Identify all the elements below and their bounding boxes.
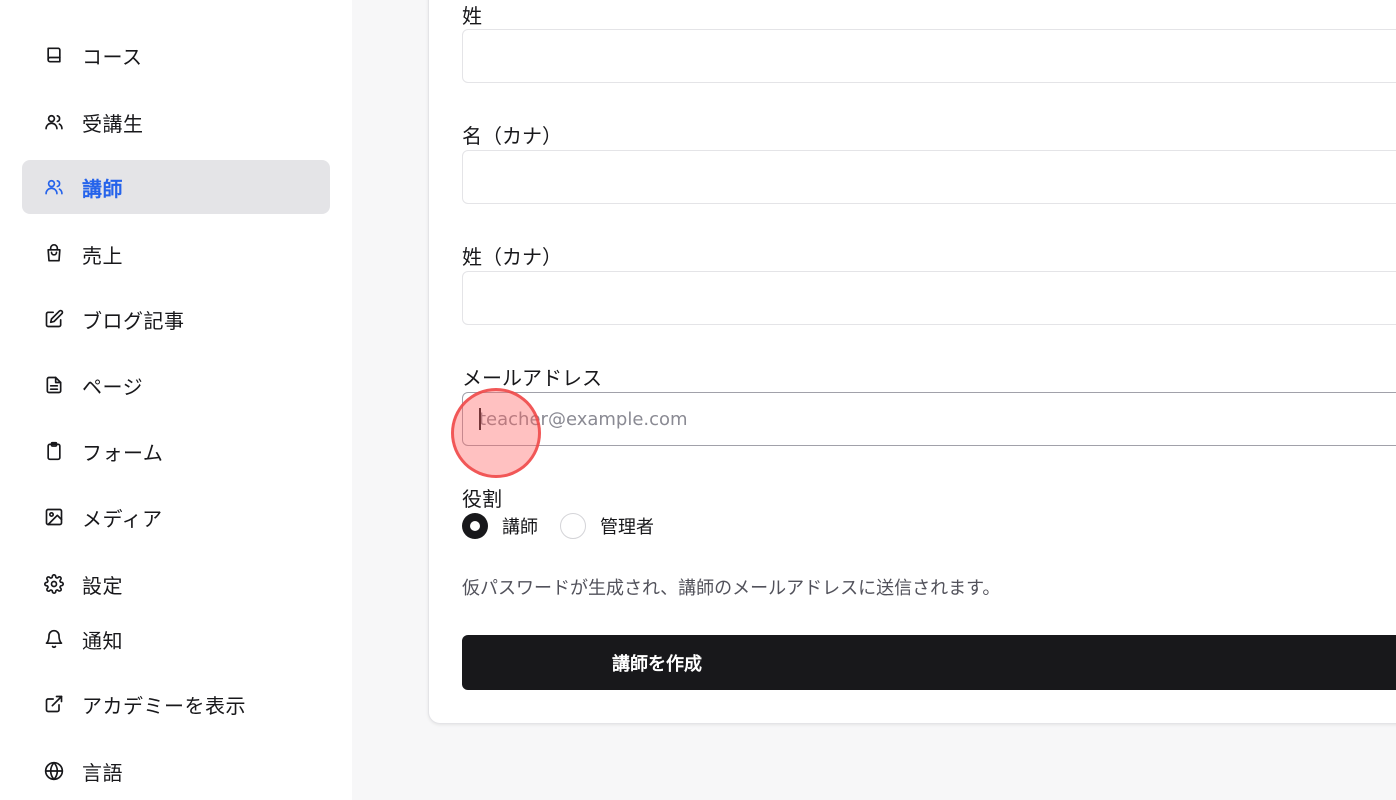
sidebar-item-teachers[interactable]: 講師: [22, 160, 330, 214]
edit-icon: [43, 308, 65, 330]
external-link-icon: [43, 693, 65, 715]
gear-icon: [43, 573, 65, 595]
sidebar-item-label: ページ: [82, 374, 144, 399]
clipboard-icon: [43, 440, 65, 462]
role-radio-teacher[interactable]: [462, 513, 488, 539]
sidebar-item-forms[interactable]: フォーム: [22, 424, 330, 478]
role-radio-group: 講師 管理者: [462, 511, 676, 541]
first-name-kana-field[interactable]: [462, 150, 1396, 204]
sidebar-item-label: 通知: [82, 628, 123, 653]
sidebar-item-label: 売上: [82, 243, 123, 268]
create-teacher-button[interactable]: 講師を作成: [462, 635, 1396, 690]
sidebar-item-students[interactable]: 受講生: [22, 95, 330, 149]
book-icon: [43, 44, 65, 66]
role-option-label[interactable]: 講師: [502, 513, 538, 539]
sidebar-item-label: アカデミーを表示: [82, 693, 246, 718]
sidebar-item-blog-posts[interactable]: ブログ記事: [22, 292, 330, 346]
sidebar-item-courses[interactable]: コース: [22, 28, 330, 82]
last-name-kana-label: 姓（カナ）: [462, 245, 562, 269]
sidebar-item-label: 設定: [82, 573, 123, 598]
sidebar-item-pages[interactable]: ページ: [22, 358, 330, 412]
shopping-bag-icon: [43, 243, 65, 265]
image-icon: [43, 506, 65, 528]
role-radio-admin[interactable]: [560, 513, 586, 539]
users-icon: [43, 111, 65, 133]
sidebar-item-label: コース: [82, 44, 143, 69]
first-name-kana-label: 名（カナ）: [462, 124, 562, 148]
sidebar-item-sales[interactable]: 売上: [22, 227, 330, 281]
globe-icon: [43, 760, 65, 782]
helper-text: 仮パスワードが生成され、講師のメールアドレスに送信されます。: [462, 578, 1001, 599]
email-field[interactable]: [462, 392, 1396, 446]
role-label: 役割: [462, 487, 502, 511]
sidebar-item-language[interactable]: 言語: [22, 744, 330, 798]
sidebar: コース 受講生 講師 売上 ブログ記事 ページ フォーム メディア 設定 通知 …: [0, 0, 352, 800]
sidebar-item-notifications[interactable]: 通知: [22, 612, 330, 666]
last-name-label: 姓: [462, 4, 482, 28]
email-label: メールアドレス: [462, 366, 602, 390]
sidebar-item-label: 講師: [82, 176, 123, 201]
role-option-label[interactable]: 管理者: [600, 513, 654, 539]
sidebar-item-settings[interactable]: 設定: [22, 557, 330, 611]
sidebar-item-media[interactable]: メディア: [22, 490, 330, 544]
file-text-icon: [43, 374, 65, 396]
last-name-kana-field[interactable]: [462, 271, 1396, 325]
sidebar-item-view-academy[interactable]: アカデミーを表示: [22, 677, 330, 731]
users-icon: [43, 176, 65, 198]
sidebar-item-label: 言語: [82, 760, 123, 785]
text-caret: [479, 408, 481, 430]
bell-icon: [43, 628, 65, 650]
sidebar-item-label: メディア: [82, 506, 163, 531]
sidebar-item-label: フォーム: [82, 440, 164, 465]
last-name-field[interactable]: [462, 29, 1396, 83]
sidebar-item-label: ブログ記事: [82, 308, 185, 333]
sidebar-item-label: 受講生: [82, 111, 144, 136]
create-teacher-button-label: 講師を作成: [612, 653, 702, 675]
